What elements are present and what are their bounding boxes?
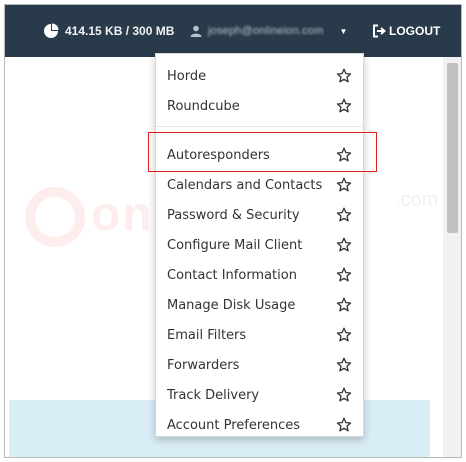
disk-usage-indicator[interactable]: 414.15 KB / 300 MB xyxy=(43,5,174,57)
menu-item-label: Account Preferences xyxy=(167,417,301,433)
menu-item-label: Calendars and Contacts xyxy=(167,177,323,193)
menu-item-label: Manage Disk Usage xyxy=(167,297,296,313)
menu-item-label: Email Filters xyxy=(167,327,247,343)
menu-item-label: Configure Mail Client xyxy=(167,237,303,253)
menu-item-horde[interactable]: Horde xyxy=(156,61,363,91)
star-outline-icon[interactable] xyxy=(336,237,352,253)
star-outline-icon[interactable] xyxy=(336,207,352,223)
star-outline-icon[interactable] xyxy=(336,98,352,114)
scrollbar-thumb[interactable] xyxy=(447,63,458,233)
webmail-window: 414.15 KB / 300 MB joseph@onlineion.com … xyxy=(4,4,462,458)
menu-item-roundcube[interactable]: Roundcube xyxy=(156,91,363,121)
star-outline-icon[interactable] xyxy=(336,417,352,433)
menu-item-label: Horde xyxy=(167,68,207,84)
menu-item-password-security[interactable]: Password & Security xyxy=(156,200,363,230)
star-outline-icon[interactable] xyxy=(336,327,352,343)
star-outline-icon[interactable] xyxy=(336,267,352,283)
menu-item-label: Contact Information xyxy=(167,267,297,283)
menu-item-label: Track Delivery xyxy=(167,387,260,403)
menu-item-label: Forwarders xyxy=(167,357,240,373)
logout-label: LOGOUT xyxy=(389,24,441,38)
menu-item-email-filters[interactable]: Email Filters xyxy=(156,320,363,350)
star-outline-icon[interactable] xyxy=(336,177,352,193)
disk-usage-text: 414.15 KB / 300 MB xyxy=(65,24,175,38)
menu-item-calendars-and-contacts[interactable]: Calendars and Contacts xyxy=(156,170,363,200)
sign-out-icon xyxy=(373,24,386,38)
pie-chart-icon xyxy=(44,23,59,38)
menu-item-track-delivery[interactable]: Track Delivery xyxy=(156,380,363,410)
webmail-dropdown-menu: Horde Roundcube Autoresponders Calendars… xyxy=(155,53,364,437)
menu-item-manage-disk-usage[interactable]: Manage Disk Usage xyxy=(156,290,363,320)
star-outline-icon[interactable] xyxy=(336,387,352,403)
menu-item-label: Password & Security xyxy=(167,207,300,223)
star-outline-icon[interactable] xyxy=(336,297,352,313)
top-navigation-bar: 414.15 KB / 300 MB joseph@onlineion.com … xyxy=(5,5,461,57)
menu-item-forwarders[interactable]: Forwarders xyxy=(156,350,363,380)
menu-item-label: Roundcube xyxy=(167,98,240,114)
watermark-circle-icon xyxy=(25,187,85,248)
user-email: joseph@onlineion.com xyxy=(208,25,324,37)
star-outline-icon[interactable] xyxy=(336,357,352,373)
star-outline-icon[interactable] xyxy=(336,68,352,84)
user-account-dropdown[interactable]: joseph@onlineion.com ▼ xyxy=(190,5,347,57)
menu-item-contact-information[interactable]: Contact Information xyxy=(156,260,363,290)
autoresponders-highlight-box xyxy=(148,132,377,172)
logout-button[interactable]: LOGOUT xyxy=(372,5,440,57)
caret-down-icon: ▼ xyxy=(339,26,348,36)
menu-item-account-preferences[interactable]: Account Preferences xyxy=(156,410,363,440)
menu-item-configure-mail-client[interactable]: Configure Mail Client xyxy=(156,230,363,260)
user-icon xyxy=(190,25,202,37)
menu-divider xyxy=(156,126,363,127)
watermark-suffix: .com xyxy=(395,189,439,211)
